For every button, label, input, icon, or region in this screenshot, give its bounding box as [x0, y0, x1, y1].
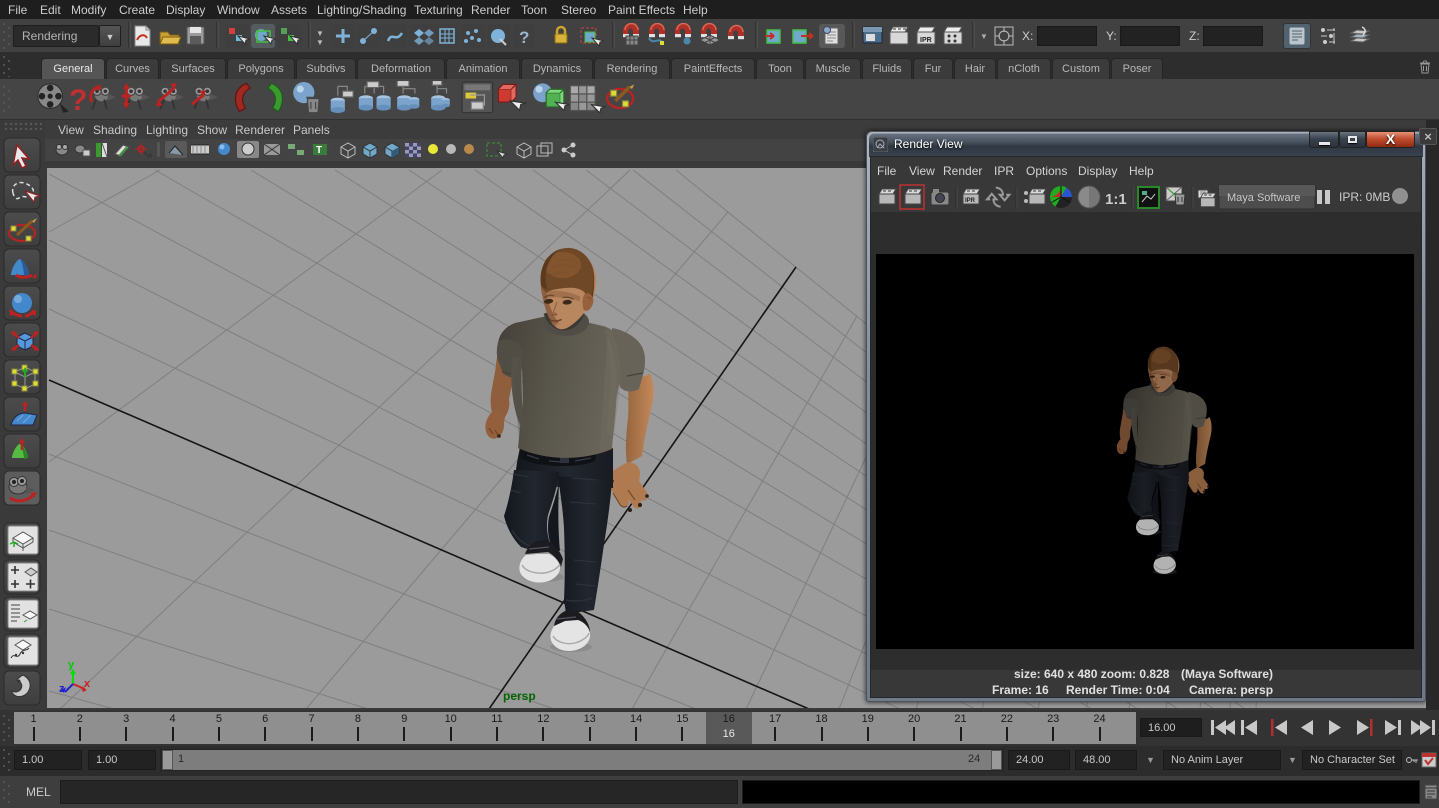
svg-text:?: ?	[519, 28, 529, 47]
svg-text:IPR: IPR	[965, 198, 976, 204]
svg-text:persp: persp	[503, 689, 536, 703]
svg-text:z: z	[59, 683, 65, 695]
svg-text:1:1: 1:1	[1105, 191, 1127, 208]
svg-text:x: x	[84, 678, 91, 690]
svg-text:y: y	[68, 659, 75, 671]
svg-text:Maya Software: Maya Software	[1227, 192, 1300, 204]
svg-text:IPR: 0MB: IPR: 0MB	[1339, 190, 1390, 204]
svg-text:IPR: IPR	[920, 37, 932, 44]
svg-text:?: ?	[69, 84, 87, 117]
svg-text:T: T	[316, 145, 322, 156]
